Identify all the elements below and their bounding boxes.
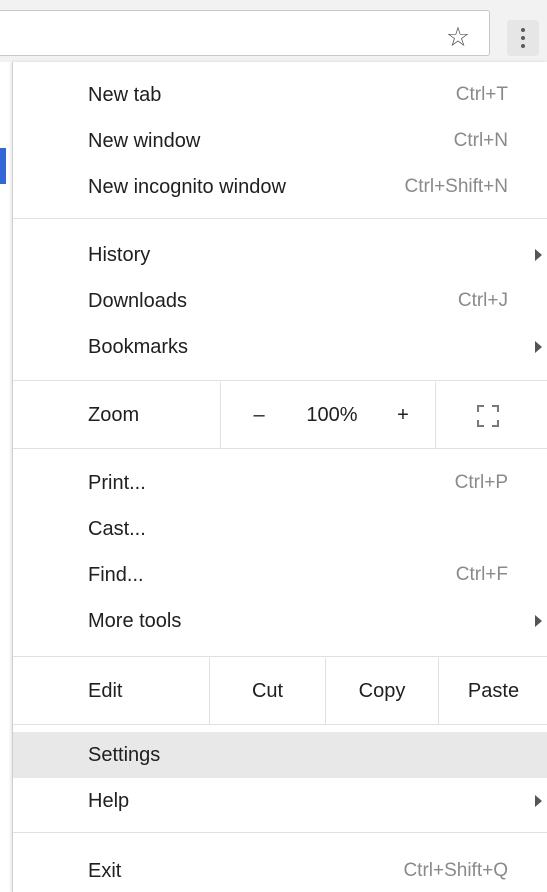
menu-item-downloads[interactable]: Downloads Ctrl+J: [13, 278, 547, 324]
menu-dot-icon: [521, 28, 525, 32]
menu-item-shortcut: Ctrl+F: [455, 564, 508, 585]
zoom-divider: [220, 382, 221, 448]
menu-item-bookmarks[interactable]: Bookmarks: [13, 324, 547, 370]
menu-separator: [13, 656, 547, 657]
menu-item-label: Bookmarks: [88, 336, 189, 358]
edit-label: Edit: [88, 680, 123, 702]
menu-separator: [13, 448, 547, 449]
menu-item-label: History: [88, 244, 151, 266]
zoom-row: Zoom – 100% +: [13, 382, 547, 448]
menu-item-label: Print...: [88, 472, 146, 494]
menu-item-shortcut: Ctrl+Shift+Q: [403, 860, 508, 881]
copy-button[interactable]: Copy: [326, 658, 438, 724]
menu-item-new-window[interactable]: New window Ctrl+N: [13, 118, 547, 164]
menu-item-exit[interactable]: Exit Ctrl+Shift+Q: [13, 848, 547, 892]
fullscreen-button[interactable]: [473, 402, 503, 430]
submenu-arrow-icon: [535, 795, 542, 807]
bookmark-star-icon[interactable]: ☆: [441, 20, 475, 54]
menu-item-shortcut: Ctrl+T: [455, 84, 508, 105]
menu-item-history[interactable]: History: [13, 232, 547, 278]
edit-row: Edit Cut Copy Paste: [13, 658, 547, 724]
menu-item-label: Exit: [88, 860, 122, 882]
menu-dot-icon: [521, 44, 525, 48]
browser-main-menu: New tab Ctrl+T New window Ctrl+N New inc…: [12, 62, 547, 892]
fullscreen-icon: [473, 402, 503, 430]
submenu-arrow-icon: [535, 615, 542, 627]
menu-item-help[interactable]: Help: [13, 778, 547, 824]
menu-item-label: New incognito window: [88, 176, 286, 198]
page-accent-bar: [0, 148, 6, 184]
zoom-in-button[interactable]: +: [385, 382, 421, 448]
menu-item-shortcut: Ctrl+Shift+N: [404, 176, 508, 197]
menu-item-label: New tab: [88, 84, 162, 106]
menu-item-label: Cast...: [88, 518, 146, 540]
menu-item-shortcut: Ctrl+P: [454, 472, 508, 493]
zoom-label: Zoom: [88, 404, 140, 426]
browser-menu-button[interactable]: [507, 20, 539, 56]
menu-item-shortcut: Ctrl+N: [453, 130, 508, 151]
submenu-arrow-icon: [535, 341, 542, 353]
menu-item-label: Settings: [88, 744, 161, 766]
menu-dot-icon: [521, 36, 525, 40]
submenu-arrow-icon: [535, 249, 542, 261]
paste-button[interactable]: Paste: [439, 658, 547, 724]
zoom-level: 100%: [306, 404, 358, 426]
menu-item-print[interactable]: Print... Ctrl+P: [13, 460, 547, 506]
menu-item-new-incognito-window[interactable]: New incognito window Ctrl+Shift+N: [13, 164, 547, 210]
menu-item-label: Downloads: [88, 290, 187, 312]
menu-item-label: Help: [88, 790, 130, 812]
menu-item-more-tools[interactable]: More tools: [13, 598, 547, 644]
menu-item-cast[interactable]: Cast...: [13, 506, 547, 552]
menu-separator: [13, 832, 547, 833]
address-bar[interactable]: [0, 10, 490, 56]
menu-separator: [13, 380, 547, 381]
menu-separator: [13, 724, 547, 725]
menu-item-new-tab[interactable]: New tab Ctrl+T: [13, 72, 547, 118]
browser-toolbar: ☆: [0, 0, 547, 62]
menu-item-label: New window: [88, 130, 201, 152]
cut-button[interactable]: Cut: [210, 658, 325, 724]
menu-item-label: Find...: [88, 564, 144, 586]
menu-item-find[interactable]: Find... Ctrl+F: [13, 552, 547, 598]
menu-item-settings[interactable]: Settings: [13, 732, 547, 778]
menu-separator: [13, 218, 547, 219]
zoom-divider: [435, 382, 436, 448]
menu-item-shortcut: Ctrl+J: [457, 290, 508, 311]
menu-item-label: More tools: [88, 610, 182, 632]
zoom-out-button[interactable]: –: [241, 382, 277, 448]
